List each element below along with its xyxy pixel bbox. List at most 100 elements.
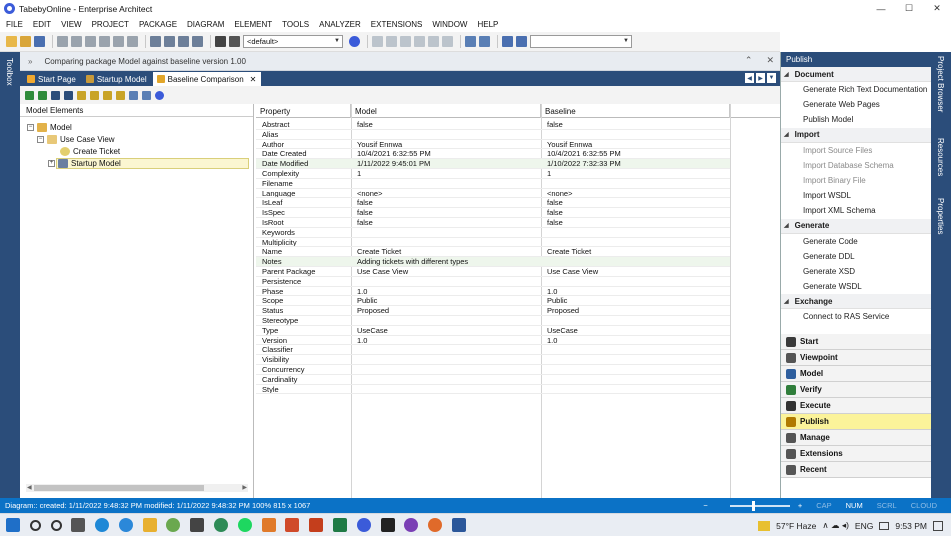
grid-row[interactable]: Version 1.0 1.0 [256, 336, 730, 346]
toolbox-strip[interactable]: Toolbox [0, 52, 20, 498]
app-purple-icon[interactable] [404, 518, 419, 532]
menu-tools[interactable]: TOOLS [282, 20, 309, 29]
collapse-toggle-icon[interactable]: − [27, 124, 34, 131]
publish-command[interactable]: Generate DDL [781, 249, 931, 264]
clock[interactable]: 9:53 PM [895, 521, 927, 531]
merge-icon[interactable] [38, 90, 47, 100]
grid-row[interactable]: Parent Package Use Case View Use Case View [256, 267, 730, 277]
zoom-out-button[interactable]: − [703, 501, 707, 510]
word-icon[interactable] [451, 518, 466, 532]
notifications-icon[interactable] [933, 520, 943, 531]
language-indicator[interactable]: ENG [855, 521, 873, 531]
publish-command[interactable]: Generate Rich Text Documentation [781, 82, 931, 97]
grid-row[interactable]: Filename [256, 179, 730, 189]
publish-command[interactable]: Generate XSD [781, 264, 931, 279]
windows-start-icon[interactable] [6, 518, 20, 532]
maximize-button[interactable]: ☐ [895, 0, 923, 17]
tab-baseline-comparison[interactable]: Baseline Comparison ✕ [152, 72, 262, 86]
collapse-triangle-icon[interactable]: ◢ [784, 71, 789, 78]
page-setup-icon[interactable] [164, 36, 175, 47]
column-header-property[interactable]: Property [256, 104, 351, 118]
tab-scroll-right-icon[interactable]: ▶ [756, 73, 765, 83]
section-header[interactable]: ◢ Document [781, 67, 931, 82]
paste-icon[interactable] [85, 36, 96, 47]
publish-command[interactable]: Connect to RAS Service [781, 309, 931, 324]
publish-command[interactable]: Generate Web Pages [781, 97, 931, 112]
menu-help[interactable]: HELP [477, 20, 498, 29]
resources-tab[interactable]: Resources [936, 138, 945, 176]
app-orange-icon[interactable] [261, 518, 276, 532]
menu-view[interactable]: VIEW [61, 20, 81, 29]
filter-icon[interactable] [142, 90, 151, 100]
grid-row[interactable]: Alias [256, 130, 730, 140]
pin-icon[interactable]: ⌃ [745, 55, 753, 66]
grid-row[interactable]: Style [256, 385, 730, 395]
nav-verify[interactable]: Verify [781, 382, 932, 398]
menu-diagram[interactable]: DIAGRAM [187, 20, 224, 29]
properties-tab[interactable]: Properties [936, 198, 945, 234]
font-icon[interactable] [414, 36, 425, 47]
undo-icon[interactable] [99, 36, 110, 47]
zoom-in-button[interactable]: + [798, 501, 802, 510]
collapse-triangle-icon[interactable]: ◢ [784, 222, 789, 229]
align-right-icon[interactable] [400, 36, 411, 47]
cortana-icon[interactable] [50, 519, 62, 531]
grid-row[interactable]: Persistence [256, 277, 730, 287]
window-icon[interactable] [502, 36, 513, 47]
publish-command[interactable]: Import XML Schema [781, 203, 931, 218]
scroll-left-icon[interactable]: ◀ [27, 484, 32, 491]
tray-icons[interactable]: ∧ ☁ ◂) [822, 520, 849, 531]
settings-icon[interactable] [229, 36, 240, 47]
close-tab-icon[interactable]: ✕ [250, 75, 257, 84]
close-window-button[interactable]: ✕ [923, 0, 951, 17]
menu-element[interactable]: ELEMENT [234, 20, 272, 29]
connector-icon[interactable] [479, 36, 490, 47]
toolbox-label[interactable]: Toolbox [5, 58, 14, 86]
grid-row[interactable]: Language <none> <none> [256, 189, 730, 199]
menu-extensions[interactable]: EXTENSIONS [371, 20, 423, 29]
restore-icon[interactable] [103, 90, 112, 100]
open-folder-icon[interactable] [20, 36, 31, 47]
grid-icon[interactable] [442, 36, 453, 47]
task-view-icon[interactable] [71, 518, 86, 532]
section-header[interactable]: ◢ Import [781, 127, 931, 143]
section-header[interactable]: ◢ Generate [781, 218, 931, 234]
grid-row[interactable]: Complexity 1 1 [256, 169, 730, 179]
grid-row[interactable]: Cardinality [256, 375, 730, 385]
command-prompt-icon[interactable] [380, 518, 395, 532]
log-icon[interactable] [129, 90, 138, 100]
powerpoint-icon[interactable] [309, 518, 324, 532]
nav-recent[interactable]: Recent [781, 462, 932, 478]
grid-row[interactable]: Visibility [256, 355, 730, 365]
tree-node-startup-model[interactable]: + Startup Model [48, 158, 121, 169]
terminal-icon[interactable] [190, 518, 205, 532]
list-icon[interactable] [428, 36, 439, 47]
toolbar-search-combo[interactable]: ▼ [530, 35, 632, 48]
enterprise-architect-icon[interactable] [356, 518, 371, 532]
nav-start[interactable]: Start [781, 334, 932, 350]
grid-row[interactable]: Date Created 10/4/2021 6:32:55 PM 10/4/202… [256, 149, 730, 160]
menu-analyzer[interactable]: ANALYZER [319, 20, 361, 29]
project-browser-tab[interactable]: Project Browser [936, 56, 945, 112]
excel-icon[interactable] [332, 518, 347, 532]
nav-extensions[interactable]: Extensions [781, 446, 932, 462]
tab-list-icon[interactable]: ▼ [767, 73, 776, 83]
grid-row[interactable]: Phase 1.0 1.0 [256, 287, 730, 297]
grid-row[interactable]: Abstract false false [256, 120, 730, 130]
tree-expand-icon[interactable] [77, 90, 86, 100]
grid-row[interactable]: Date Modified 1/11/2022 9:45:01 PM 1/10/20… [256, 159, 730, 169]
search-icon[interactable] [29, 519, 41, 531]
scrollbar-thumb[interactable] [34, 485, 204, 491]
menu-window[interactable]: WINDOW [432, 20, 467, 29]
delete-icon[interactable] [127, 36, 138, 47]
grid-row[interactable]: Author Yousif Ennwa Yousif Ennwa [256, 140, 730, 150]
collapse-triangle-icon[interactable]: ◢ [784, 298, 789, 305]
menu-project[interactable]: PROJECT [92, 20, 129, 29]
new-file-icon[interactable] [6, 36, 17, 47]
collapse-toggle-icon[interactable]: − [37, 136, 44, 143]
grid-row[interactable]: IsLeaf false false [256, 198, 730, 209]
workspace-icon[interactable] [349, 36, 360, 47]
column-header-model[interactable]: Model [351, 104, 541, 118]
tree-collapse-icon[interactable] [90, 90, 99, 100]
redo-icon[interactable] [113, 36, 124, 47]
